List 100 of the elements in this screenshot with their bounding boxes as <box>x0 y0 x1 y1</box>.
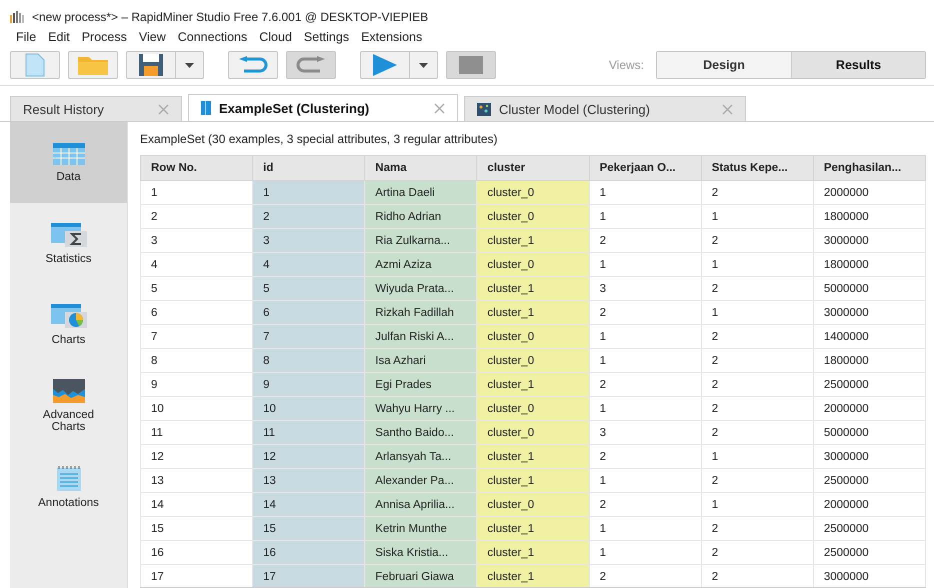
table-cell: 1400000 <box>813 324 926 348</box>
menu-item[interactable]: View <box>138 30 166 44</box>
menu-item[interactable]: Connections <box>178 30 248 44</box>
area-chart-icon <box>52 378 84 402</box>
column-header[interactable]: id <box>252 156 365 180</box>
undo-button[interactable] <box>228 51 278 79</box>
result-tab[interactable]: Result History <box>10 96 182 121</box>
table-cell: 2000000 <box>813 492 926 516</box>
sigma-table-icon <box>50 222 86 246</box>
save-button[interactable] <box>126 51 176 79</box>
table-cell: 5 <box>252 276 365 300</box>
table-cell: 3 <box>589 276 702 300</box>
table-cell: 2 <box>589 228 702 252</box>
table-cell: 2 <box>701 396 814 420</box>
table-cell: 12 <box>252 444 365 468</box>
table-cell: 2 <box>701 516 814 540</box>
table-cell: 2 <box>701 372 814 396</box>
table-cell: 11 <box>252 420 365 444</box>
table-cell: 1 <box>252 180 365 204</box>
table-cell: cluster_1 <box>476 540 590 564</box>
table-cell: Alexander Pa... <box>364 468 477 492</box>
open-button[interactable] <box>68 51 118 79</box>
undo-arrow-icon <box>238 56 268 74</box>
column-header[interactable]: Pekerjaan O... <box>589 156 702 180</box>
column-header[interactable]: Status Kepe... <box>701 156 814 180</box>
column-header[interactable]: cluster <box>476 156 590 180</box>
table-cell: 2 <box>140 204 253 228</box>
result-tab[interactable]: Cluster Model (Clustering) <box>464 96 746 121</box>
table-cell: 4 <box>140 252 253 276</box>
table-cell: cluster_0 <box>476 252 590 276</box>
view-toggle[interactable]: Results <box>791 52 925 78</box>
dropdown-button[interactable] <box>410 51 438 79</box>
pie-chart-icon <box>50 304 86 328</box>
table-cell: 11 <box>140 420 253 444</box>
menu-item[interactable]: Process <box>82 30 127 44</box>
menu-item[interactable]: Edit <box>48 30 70 44</box>
table-cell: Siska Kristia... <box>364 540 477 564</box>
table-cell: 9 <box>252 372 365 396</box>
table-cell: 12 <box>140 444 253 468</box>
table-cell: Ria Zulkarna... <box>364 228 477 252</box>
table-cell: 1 <box>589 180 702 204</box>
close-icon[interactable] <box>722 104 733 114</box>
table-cell: 2 <box>701 228 814 252</box>
menu-item[interactable]: Cloud <box>259 30 292 44</box>
table-cell: 3000000 <box>813 300 926 324</box>
table-cell: 1 <box>701 444 814 468</box>
table-cell: Annisa Aprilia... <box>364 492 477 516</box>
table-cell: Wiyuda Prata... <box>364 276 477 300</box>
menu-item[interactable]: File <box>16 30 36 44</box>
table-icon <box>52 142 84 164</box>
column-header[interactable]: Penghasilan... <box>813 156 926 180</box>
caret-icon <box>419 62 428 68</box>
sidebar-item[interactable]: Statistics <box>10 203 127 284</box>
menu-item[interactable]: Extensions <box>361 30 422 44</box>
table-cell: Egi Prades <box>364 372 477 396</box>
table-cell: Azmi Aziza <box>364 252 477 276</box>
table-cell: 2 <box>701 420 814 444</box>
view-toggle[interactable]: Design <box>657 52 791 78</box>
window-title: <new process*> – RapidMiner Studio Free 7.6.001 @ DESKTOP-VIEPIEB <box>32 10 428 24</box>
close-icon[interactable] <box>434 102 445 114</box>
table-cell: Ridho Adrian <box>364 204 477 228</box>
dropdown-button[interactable] <box>176 51 204 79</box>
sidebar-item[interactable]: Advanced Charts <box>10 365 127 446</box>
table-cell: 2 <box>701 468 814 492</box>
table-cell: 15 <box>140 516 253 540</box>
table-cell: 1 <box>589 348 702 372</box>
table-cell: 5000000 <box>813 276 926 300</box>
table-icon <box>201 101 211 115</box>
cluster-grid-icon <box>477 102 491 116</box>
table-cell: 3 <box>589 420 702 444</box>
table-cell: 10 <box>252 396 365 420</box>
column-header[interactable]: Nama <box>364 156 477 180</box>
table-cell: cluster_1 <box>476 228 590 252</box>
sidebar-item[interactable]: Annotations <box>10 446 127 527</box>
table-cell: 4 <box>252 252 365 276</box>
table-cell: cluster_1 <box>476 564 590 587</box>
close-icon[interactable] <box>158 104 169 114</box>
table-cell: 1 <box>589 396 702 420</box>
table-cell: 14 <box>252 492 365 516</box>
table-cell: 1800000 <box>813 252 926 276</box>
table-cell: cluster_0 <box>476 348 590 372</box>
table-cell: 2 <box>701 540 814 564</box>
table-cell: Santho Baido... <box>364 420 477 444</box>
result-tab[interactable]: ExampleSet (Clustering) <box>188 94 458 121</box>
table-cell: 7 <box>140 324 253 348</box>
table-cell: 2 <box>589 492 702 516</box>
table-cell: 14 <box>140 492 253 516</box>
table-cell: 1 <box>701 252 814 276</box>
table-cell: Artina Daeli <box>364 180 477 204</box>
table-cell: 1 <box>589 252 702 276</box>
table-cell: 1 <box>589 516 702 540</box>
menu-item[interactable]: Settings <box>304 30 350 44</box>
new-file-button[interactable] <box>10 51 60 79</box>
column-header[interactable]: Row No. <box>140 156 253 180</box>
sidebar-item[interactable]: Data <box>10 122 127 203</box>
table-cell: 2500000 <box>813 516 926 540</box>
table-cell: cluster_0 <box>476 396 590 420</box>
table-cell: 2 <box>701 348 814 372</box>
sidebar-item[interactable]: Charts <box>10 284 127 365</box>
table-cell: 1 <box>589 324 702 348</box>
